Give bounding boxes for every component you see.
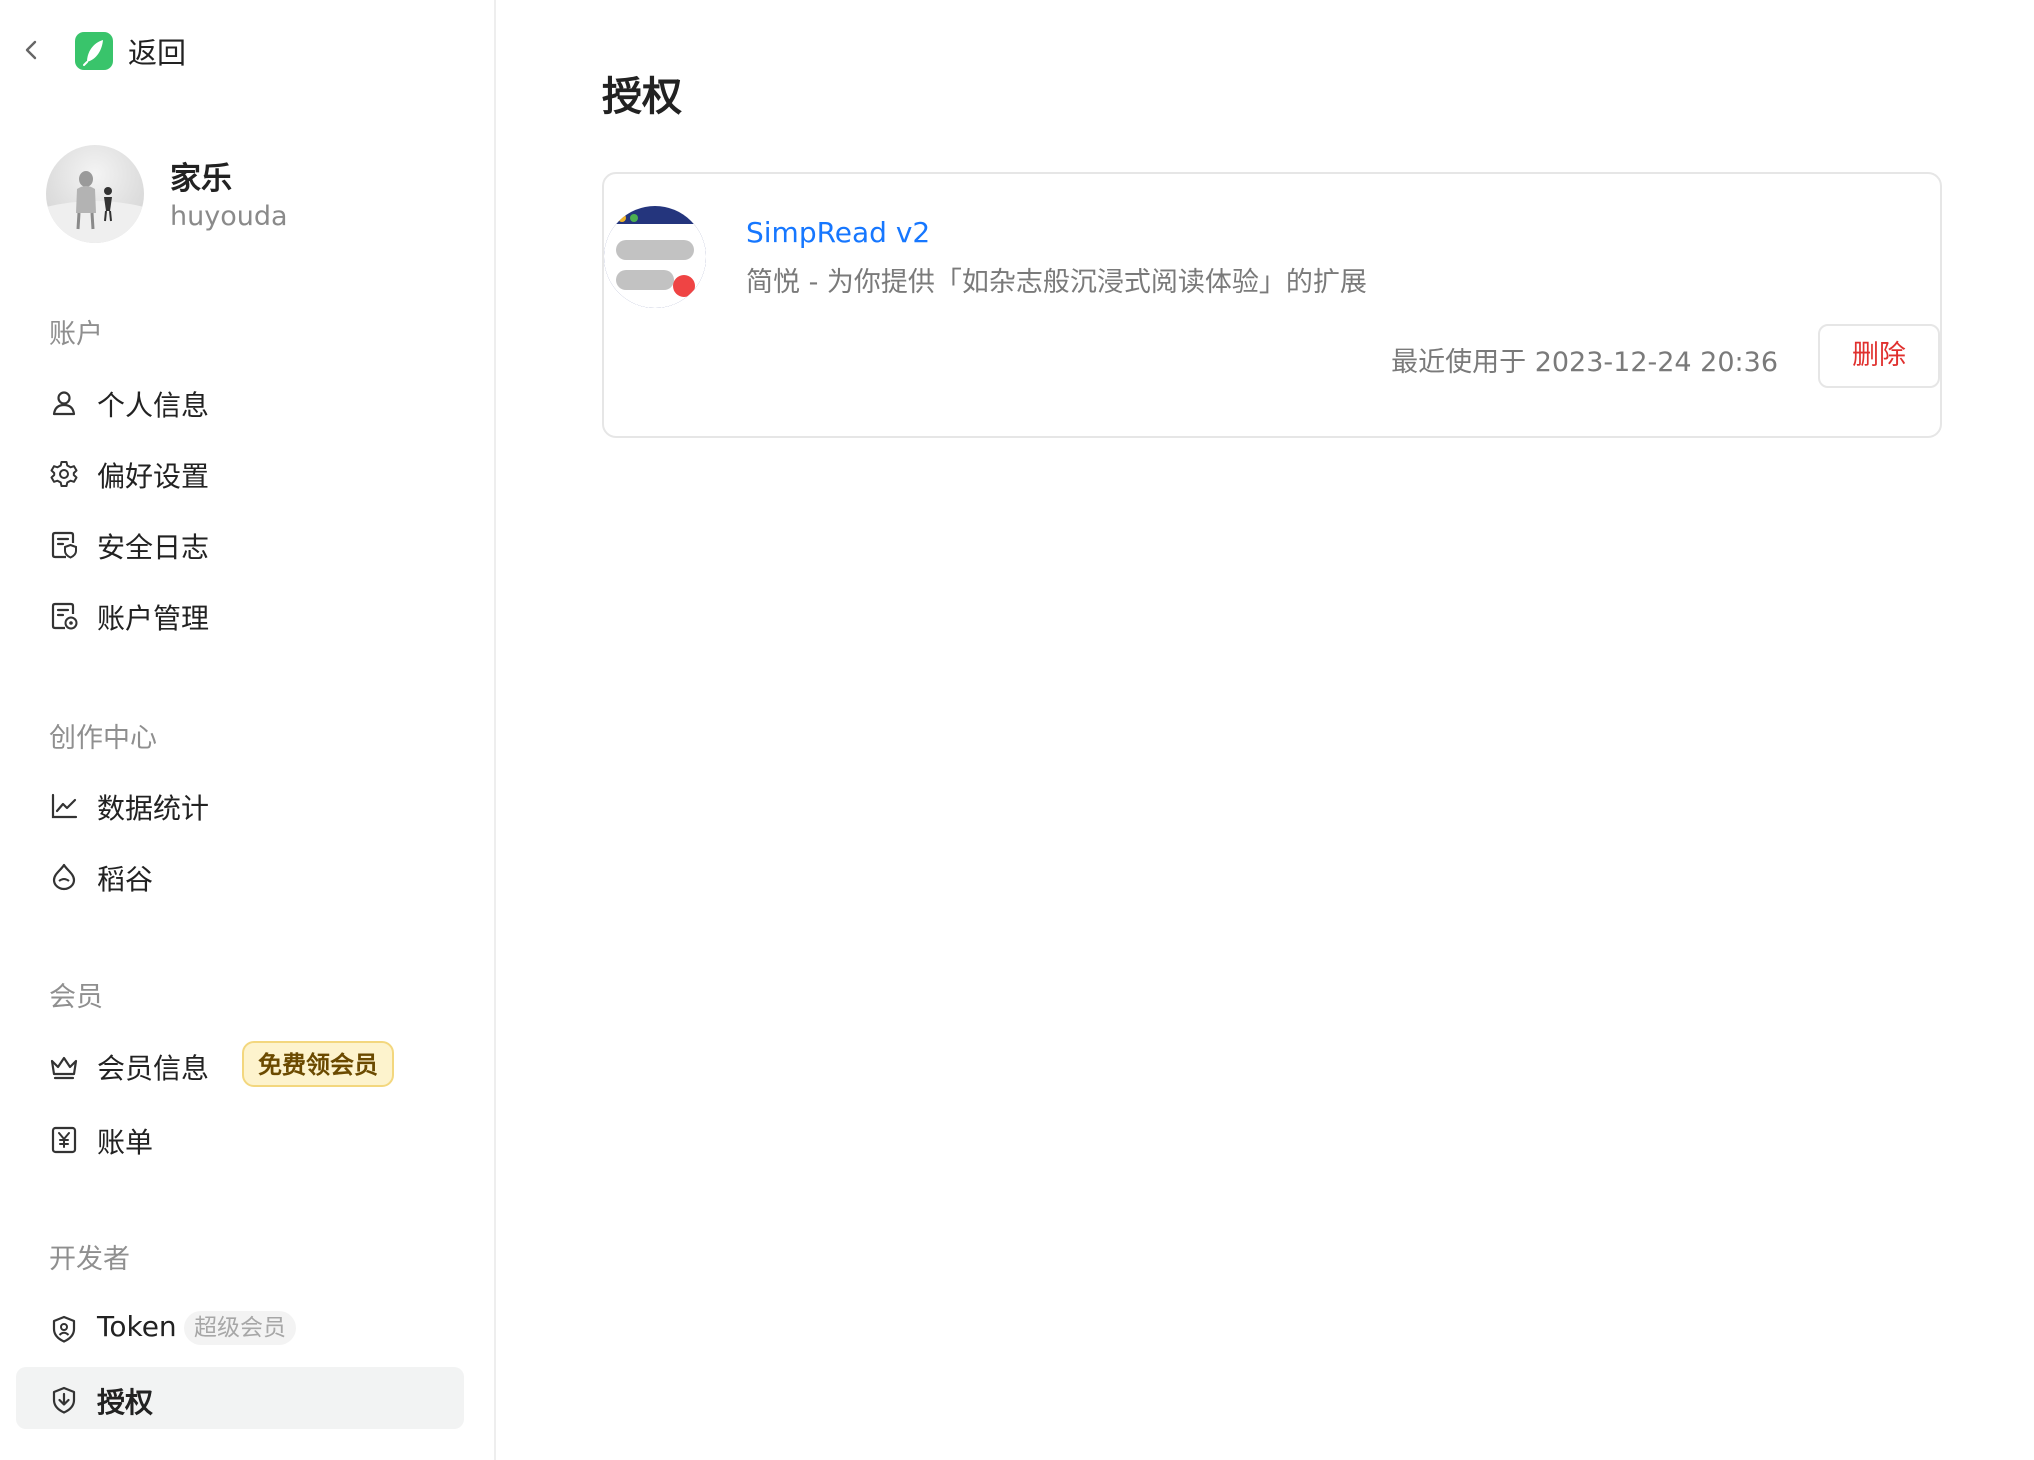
app-logo-icon[interactable] (75, 32, 113, 70)
crown-icon (50, 1056, 78, 1080)
last-used-time: 最近使用于 2023-12-24 20:36 (1391, 347, 1778, 378)
chevron-left-icon[interactable] (20, 36, 42, 64)
drop-icon (52, 863, 76, 891)
app-window: 返回 家乐 huyouda 账户 个人信息 偏好设置 安全日志 账户管理 创作中… (0, 0, 2034, 1460)
sidebar-item-label: 账单 (97, 1126, 154, 1159)
app-name-link[interactable]: SimpRead v2 (746, 216, 930, 249)
delete-button[interactable]: 删除 (1818, 324, 1940, 388)
profile-handle: huyouda (170, 201, 288, 232)
sidebar-item-label: 安全日志 (97, 531, 210, 564)
main-content: 授权 SimpRead v2 简悦 - 为你提供「如杂志般沉浸式阅读体验」的扩展… (498, 0, 2034, 1460)
sidebar-item-label: 个人信息 (97, 389, 210, 422)
profile-name: 家乐 (170, 161, 232, 197)
yuan-icon (51, 1126, 77, 1154)
sidebar-item-label: Token (97, 1310, 177, 1343)
section-account: 账户 (49, 319, 103, 350)
sidebar-item-daogu[interactable]: 稻谷 (16, 844, 464, 906)
sidebar-item-label: 偏好设置 (97, 460, 210, 493)
sidebar-item-security-log[interactable]: 安全日志 (16, 512, 464, 574)
sidebar-item-bills[interactable]: 账单 (16, 1107, 464, 1169)
section-developer: 开发者 (49, 1244, 130, 1275)
download-shield-icon (52, 1386, 76, 1414)
sidebar-item-authorization[interactable]: 授权 (16, 1367, 464, 1429)
gear-icon (50, 461, 78, 487)
document-shield-icon (51, 531, 77, 559)
avatar[interactable] (46, 145, 144, 243)
sidebar-item-personal-info[interactable]: 个人信息 (16, 370, 464, 432)
super-member-badge: 超级会员 (184, 1311, 296, 1345)
back-link[interactable]: 返回 (128, 30, 186, 72)
line-chart-icon (51, 793, 78, 819)
simpread-app-icon (604, 206, 706, 308)
section-creator: 创作中心 (49, 723, 157, 754)
sidebar-item-member-info[interactable]: 会员信息 免费领会员 (16, 1033, 464, 1095)
authorized-app-card: SimpRead v2 简悦 - 为你提供「如杂志般沉浸式阅读体验」的扩展 最近… (602, 172, 1942, 438)
topbar: 返回 (0, 0, 496, 100)
user-icon (52, 391, 76, 416)
sidebar-item-preferences[interactable]: 偏好设置 (16, 441, 464, 503)
shield-user-icon (52, 1315, 76, 1343)
sidebar-item-label: 稻谷 (97, 863, 154, 896)
profile-card[interactable]: 家乐 huyouda (46, 145, 466, 251)
document-settings-icon (51, 602, 78, 630)
app-description: 简悦 - 为你提供「如杂志般沉浸式阅读体验」的扩展 (746, 267, 1367, 298)
section-member: 会员 (49, 982, 103, 1013)
free-member-badge[interactable]: 免费领会员 (242, 1041, 394, 1087)
sidebar-item-account-manage[interactable]: 账户管理 (16, 583, 464, 645)
sidebar-item-label: 会员信息 (97, 1052, 210, 1085)
sidebar-item-label: 数据统计 (97, 792, 210, 825)
sidebar-item-label: 账户管理 (97, 602, 210, 635)
sidebar-item-label: 授权 (97, 1386, 154, 1419)
sidebar-item-statistics[interactable]: 数据统计 (16, 773, 464, 835)
sidebar-item-token[interactable]: Token 超级会员 (16, 1296, 464, 1358)
page-title: 授权 (602, 74, 682, 120)
sidebar: 返回 家乐 huyouda 账户 个人信息 偏好设置 安全日志 账户管理 创作中… (0, 0, 496, 1460)
